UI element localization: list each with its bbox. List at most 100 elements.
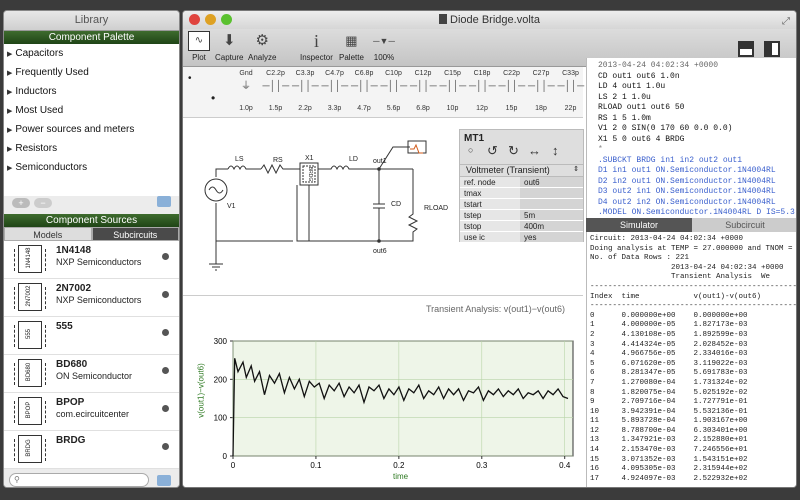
palette-item[interactable]: ▶ Semiconductors bbox=[4, 158, 179, 177]
meter-select[interactable]: Voltmeter (Transient) ⇕ bbox=[460, 164, 583, 177]
inspector-row[interactable]: tstop 400m bbox=[460, 221, 583, 232]
inspector-title: MT1 bbox=[464, 133, 484, 144]
disclosure-triangle-icon[interactable]: ▶ bbox=[7, 108, 12, 115]
inspector-row[interactable]: tstart bbox=[460, 199, 583, 210]
folder-icon[interactable] bbox=[157, 196, 171, 207]
minimize-button[interactable] bbox=[205, 14, 216, 25]
add-component-icon[interactable] bbox=[162, 405, 169, 412]
rotate-left-icon[interactable]: ↺ bbox=[487, 143, 498, 159]
add-component-icon[interactable] bbox=[162, 443, 169, 450]
sim-output-line: 1 4.000000e-05 1.827173e-03 bbox=[590, 321, 748, 330]
component-row[interactable]: BPOP BPOP com.ecircuitcenter bbox=[4, 393, 179, 431]
inspector-row[interactable]: ref. node out6 bbox=[460, 177, 583, 188]
add-component-icon[interactable] bbox=[162, 291, 169, 298]
palette-item[interactable]: ▶ Frequently Used bbox=[4, 63, 179, 82]
component-row[interactable]: 2N7002 2N7002 NXP Semiconductors bbox=[4, 279, 179, 317]
palette-item[interactable]: ▶ Most Used bbox=[4, 101, 179, 120]
add-icon[interactable]: + bbox=[12, 198, 30, 208]
component-row[interactable]: BRDG BRDG bbox=[4, 431, 179, 469]
circle-icon[interactable]: ○ bbox=[468, 145, 473, 155]
palette-item[interactable]: ▶ Power sources and meters bbox=[4, 120, 179, 139]
part-cell[interactable]: C4.7p ─││─ bbox=[322, 70, 349, 97]
part-cell[interactable]: C27p ─││─ bbox=[528, 70, 555, 97]
node-dot-icon[interactable]: • bbox=[211, 91, 215, 105]
component-row[interactable]: 1N4148 1N4148 NXP Semiconductors bbox=[4, 241, 179, 279]
tab-subcircuits[interactable]: Subcircuits bbox=[91, 227, 179, 241]
component-maker: NXP Semiconductors bbox=[56, 257, 142, 267]
add-component-icon[interactable] bbox=[162, 329, 169, 336]
tab-subcircuit[interactable]: Subcircuit bbox=[692, 218, 796, 232]
part-cell[interactable]: Gnd ⏚ bbox=[233, 70, 259, 97]
inspector-key: tstop bbox=[460, 221, 520, 231]
x-tick-label: 0.3 bbox=[476, 461, 488, 470]
part-value-label: 1.0p bbox=[239, 105, 253, 112]
zoom-slider[interactable]: ─▼─ 100% bbox=[371, 31, 397, 62]
disclosure-triangle-icon[interactable]: ▶ bbox=[7, 165, 12, 172]
palette-button[interactable]: ▦ Palette bbox=[339, 31, 364, 62]
part-label: Gnd bbox=[239, 70, 253, 77]
part-cell[interactable]: C33p ─││─ bbox=[558, 70, 585, 97]
palette-item[interactable]: ▶ Resistors bbox=[4, 139, 179, 158]
capacitor-icon: ─││─ bbox=[439, 81, 467, 92]
close-button[interactable] bbox=[189, 14, 200, 25]
part-cell[interactable]: C6.8p ─││─ bbox=[351, 70, 378, 97]
capacitor-icon: ─││─ bbox=[410, 81, 437, 92]
netlist-text: D3 out2 in1 ON.Semiconductor.1N4004RL bbox=[598, 187, 776, 196]
zoom-button[interactable] bbox=[221, 14, 232, 25]
palette-item[interactable]: ▶ Capacitors bbox=[4, 44, 179, 63]
disclosure-triangle-icon[interactable]: ▶ bbox=[7, 51, 12, 58]
tab-models[interactable]: Models bbox=[4, 227, 92, 241]
inspector-tools: ○ ↺ ↻ ↔ ↕ bbox=[460, 143, 583, 164]
library-search-input[interactable]: ⚲ bbox=[9, 473, 149, 487]
component-row[interactable]: 555 555 bbox=[4, 317, 179, 355]
layout-bottom-icon[interactable] bbox=[738, 41, 754, 57]
disclosure-triangle-icon[interactable]: ▶ bbox=[7, 146, 12, 153]
inspector-row[interactable]: use ic yes bbox=[460, 232, 583, 243]
part-cell[interactable]: C2.2p ─││─ bbox=[263, 70, 290, 97]
part-value-label: 5.6p bbox=[386, 105, 401, 112]
flip-horizontal-icon[interactable]: ↔ bbox=[528, 143, 541, 158]
inspector-row[interactable]: tmax bbox=[460, 188, 583, 199]
simulator-output[interactable]: Circuit: 2013-04-24 04:02:34 +0000 Doing … bbox=[586, 232, 796, 487]
part-cell[interactable]: C3.3p ─││─ bbox=[292, 70, 319, 97]
folder-icon[interactable] bbox=[157, 475, 171, 486]
palette-header: Component Palette bbox=[4, 31, 179, 44]
disclosure-triangle-icon[interactable]: ▶ bbox=[7, 70, 12, 77]
inspector-button[interactable]: i Inspector bbox=[300, 31, 333, 62]
part-cell[interactable]: C18p ─││─ bbox=[469, 70, 496, 97]
capacitor-icon: ─││─ bbox=[498, 81, 526, 92]
disclosure-triangle-icon[interactable]: ▶ bbox=[7, 127, 12, 134]
chip-label: 555 bbox=[26, 329, 32, 340]
netlist-line: LS 2 1 1.0u bbox=[587, 93, 796, 104]
chip-icon: BPOP bbox=[14, 397, 46, 425]
netlist-text: D2 in2 out1 ON.Semiconductor.1N4004RL bbox=[598, 176, 776, 186]
library-search-bar: ⚲ bbox=[4, 469, 179, 487]
palette-item[interactable]: ▶ Inductors bbox=[4, 82, 179, 101]
rotate-right-icon[interactable]: ↻ bbox=[508, 143, 519, 159]
flip-vertical-icon[interactable]: ↕ bbox=[552, 143, 559, 158]
remove-icon[interactable]: − bbox=[34, 198, 52, 208]
inspector-key: tmax bbox=[460, 188, 520, 198]
tab-simulator[interactable]: Simulator bbox=[586, 218, 692, 232]
capture-button[interactable]: ⬇ Capture bbox=[215, 31, 243, 62]
part-value-label: 1.5p bbox=[268, 105, 283, 112]
part-cell[interactable]: C22p ─││─ bbox=[498, 70, 526, 97]
part-cell[interactable]: C15p ─││─ bbox=[439, 70, 467, 97]
analyze-button[interactable]: ⚙ Analyze bbox=[248, 31, 276, 62]
part-cell[interactable]: C10p ─││─ bbox=[381, 70, 408, 97]
add-component-icon[interactable] bbox=[162, 367, 169, 374]
component-maker: NXP Semiconductors bbox=[56, 295, 142, 305]
netlist-text: X1 5 0 out6 4 BRDG bbox=[598, 134, 685, 144]
add-component-icon[interactable] bbox=[162, 253, 169, 260]
palette-item-label: Inductors bbox=[15, 86, 57, 97]
layout-right-icon[interactable] bbox=[764, 41, 780, 57]
inspector-row[interactable]: tstep 5m bbox=[460, 210, 583, 221]
inspector-rows: ref. node out6 tmax tstart tstep 5m tstop 400m u… bbox=[460, 177, 583, 243]
netlist-text: .SUBCKT BRDG in1 in2 out2 out1 bbox=[598, 155, 743, 165]
netlist-editor[interactable]: 2013-04-24 04:02:34 +0000 CD out1 out6 1.… bbox=[586, 58, 796, 218]
plot-button[interactable]: ∿ Plot bbox=[188, 31, 210, 62]
component-row[interactable]: BD680 BD680 ON Semiconductor bbox=[4, 355, 179, 393]
label-v1: V1 bbox=[227, 203, 236, 210]
disclosure-triangle-icon[interactable]: ▶ bbox=[7, 89, 12, 96]
part-cell[interactable]: C12p ─││─ bbox=[410, 70, 437, 97]
